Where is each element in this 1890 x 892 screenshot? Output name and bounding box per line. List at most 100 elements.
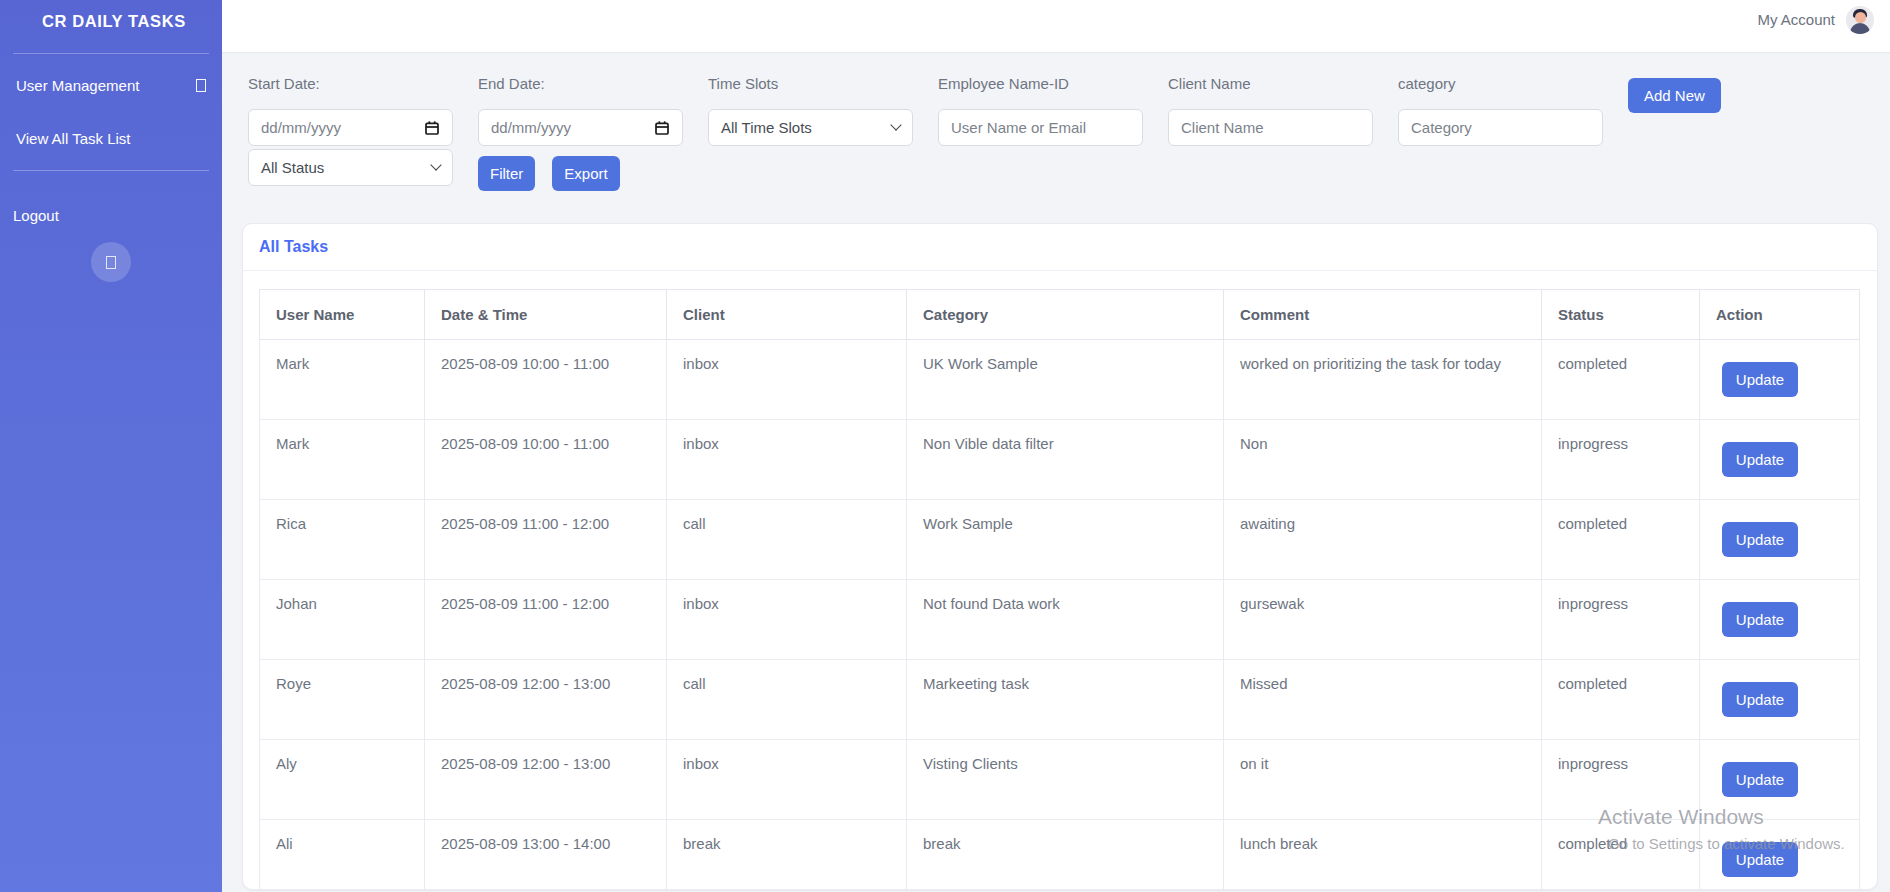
chevron-down-icon — [430, 159, 441, 170]
category-input[interactable]: Category — [1398, 109, 1603, 146]
cell-user-name: Ali — [260, 820, 425, 891]
add-new-button[interactable]: Add New — [1628, 78, 1721, 113]
start-date-input[interactable]: dd/mm/yyyy — [248, 109, 453, 146]
cell-client: call — [667, 660, 907, 740]
all-tasks-card: All Tasks User NameDate & TimeClientCate… — [242, 223, 1878, 890]
status-select[interactable]: All Status — [248, 149, 453, 186]
my-account-link[interactable]: My Account — [1757, 6, 1835, 34]
cell-datetime: 2025-08-09 11:00 - 12:00 — [425, 580, 667, 660]
cell-category: Work Sample — [907, 500, 1224, 580]
cell-category: break — [907, 820, 1224, 891]
filter-field-client-name: Client Name Client Name — [1168, 75, 1373, 146]
table-row: Mark 2025-08-09 10:00 - 11:00 inbox UK W… — [260, 340, 1860, 420]
update-button[interactable]: Update — [1722, 442, 1798, 477]
time-slots-select-value: All Time Slots — [721, 119, 812, 136]
cell-comment: lunch break — [1224, 820, 1542, 891]
table-row: Aly 2025-08-09 12:00 - 13:00 inbox Visti… — [260, 740, 1860, 820]
user-avatar[interactable] — [1846, 6, 1874, 34]
update-button[interactable]: Update — [1722, 842, 1798, 877]
status-select-value: All Status — [261, 159, 324, 176]
cell-category: UK Work Sample — [907, 340, 1224, 420]
employee-label: Employee Name-ID — [938, 75, 1143, 93]
update-button[interactable]: Update — [1722, 602, 1798, 637]
cell-status: inprogress — [1542, 580, 1700, 660]
table-header-row: User NameDate & TimeClientCategoryCommen… — [260, 290, 1860, 340]
topbar: My Account — [222, 0, 1890, 53]
start-date-label: Start Date: — [248, 75, 453, 93]
table-row: Johan 2025-08-09 11:00 - 12:00 inbox Not… — [260, 580, 1860, 660]
cell-datetime: 2025-08-09 13:00 - 14:00 — [425, 820, 667, 891]
employee-placeholder: User Name or Email — [951, 119, 1086, 136]
cell-action: Update — [1700, 740, 1860, 820]
cell-status: completed — [1542, 500, 1700, 580]
end-date-input[interactable]: dd/mm/yyyy — [478, 109, 683, 146]
sidebar-item-logout[interactable]: Logout — [0, 171, 222, 224]
cell-action: Update — [1700, 660, 1860, 740]
cell-user-name: Aly — [260, 740, 425, 820]
time-slots-select[interactable]: All Time Slots — [708, 109, 913, 146]
cell-action: Update — [1700, 500, 1860, 580]
export-button[interactable]: Export — [552, 156, 619, 191]
cell-client: call — [667, 500, 907, 580]
calendar-icon[interactable] — [654, 120, 670, 136]
category-label: category — [1398, 75, 1603, 93]
filter-field-category: category Category — [1398, 75, 1603, 146]
cell-client: break — [667, 820, 907, 891]
calendar-icon[interactable] — [424, 120, 440, 136]
card-title: All Tasks — [259, 238, 328, 255]
cell-comment: Missed — [1224, 660, 1542, 740]
filter-field-end-date: End Date: dd/mm/yyyy Filter Export — [478, 75, 683, 191]
cell-datetime: 2025-08-09 11:00 - 12:00 — [425, 500, 667, 580]
cell-client: inbox — [667, 580, 907, 660]
cell-user-name: Johan — [260, 580, 425, 660]
category-placeholder: Category — [1411, 119, 1472, 136]
sidebar-item-user-management[interactable]: User Management — [0, 59, 222, 112]
filter-bar: Start Date: dd/mm/yyyy All Status End Da… — [222, 53, 1721, 191]
start-date-placeholder: dd/mm/yyyy — [261, 119, 341, 136]
employee-input[interactable]: User Name or Email — [938, 109, 1143, 146]
toggle-box-icon — [106, 256, 116, 269]
client-name-label: Client Name — [1168, 75, 1373, 93]
filter-button[interactable]: Filter — [478, 156, 535, 191]
cell-user-name: Roye — [260, 660, 425, 740]
table-row: Roye 2025-08-09 12:00 - 13:00 call Marke… — [260, 660, 1860, 740]
cell-comment: on it — [1224, 740, 1542, 820]
sidebar-toggle-button[interactable] — [91, 242, 131, 282]
sidebar-item-view-all-task-list[interactable]: View All Task List — [0, 112, 222, 165]
cell-datetime: 2025-08-09 12:00 - 13:00 — [425, 740, 667, 820]
end-date-placeholder: dd/mm/yyyy — [491, 119, 571, 136]
sidebar-item-label: User Management — [16, 77, 139, 94]
update-button[interactable]: Update — [1722, 682, 1798, 717]
cell-status: completed — [1542, 820, 1700, 891]
filter-field-start-date: Start Date: dd/mm/yyyy All Status — [248, 75, 453, 186]
cell-datetime: 2025-08-09 10:00 - 11:00 — [425, 420, 667, 500]
end-date-label: End Date: — [478, 75, 683, 93]
cell-comment: Non — [1224, 420, 1542, 500]
cell-user-name: Rica — [260, 500, 425, 580]
client-name-input[interactable]: Client Name — [1168, 109, 1373, 146]
table-row: Rica 2025-08-09 11:00 - 12:00 call Work … — [260, 500, 1860, 580]
update-button[interactable]: Update — [1722, 522, 1798, 557]
column-header: User Name — [260, 290, 425, 340]
update-button[interactable]: Update — [1722, 362, 1798, 397]
chevron-down-icon — [890, 119, 901, 130]
card-body: User NameDate & TimeClientCategoryCommen… — [243, 271, 1877, 890]
update-button[interactable]: Update — [1722, 762, 1798, 797]
cell-status: completed — [1542, 340, 1700, 420]
card-header: All Tasks — [243, 224, 1877, 271]
tasks-table: User NameDate & TimeClientCategoryCommen… — [259, 289, 1860, 890]
cell-client: inbox — [667, 740, 907, 820]
cell-client: inbox — [667, 420, 907, 500]
cell-status: completed — [1542, 660, 1700, 740]
cell-category: Not found Data work — [907, 580, 1224, 660]
sidebar-divider — [13, 53, 209, 54]
sidebar: CR DAILY TASKS User Management View All … — [0, 0, 222, 892]
client-name-placeholder: Client Name — [1181, 119, 1264, 136]
avatar-face — [1855, 12, 1866, 23]
column-header: Category — [907, 290, 1224, 340]
cell-category: Non Vible data filter — [907, 420, 1224, 500]
table-row: Mark 2025-08-09 10:00 - 11:00 inbox Non … — [260, 420, 1860, 500]
cell-comment: awaiting — [1224, 500, 1542, 580]
cell-client: inbox — [667, 340, 907, 420]
cell-status: inprogress — [1542, 740, 1700, 820]
